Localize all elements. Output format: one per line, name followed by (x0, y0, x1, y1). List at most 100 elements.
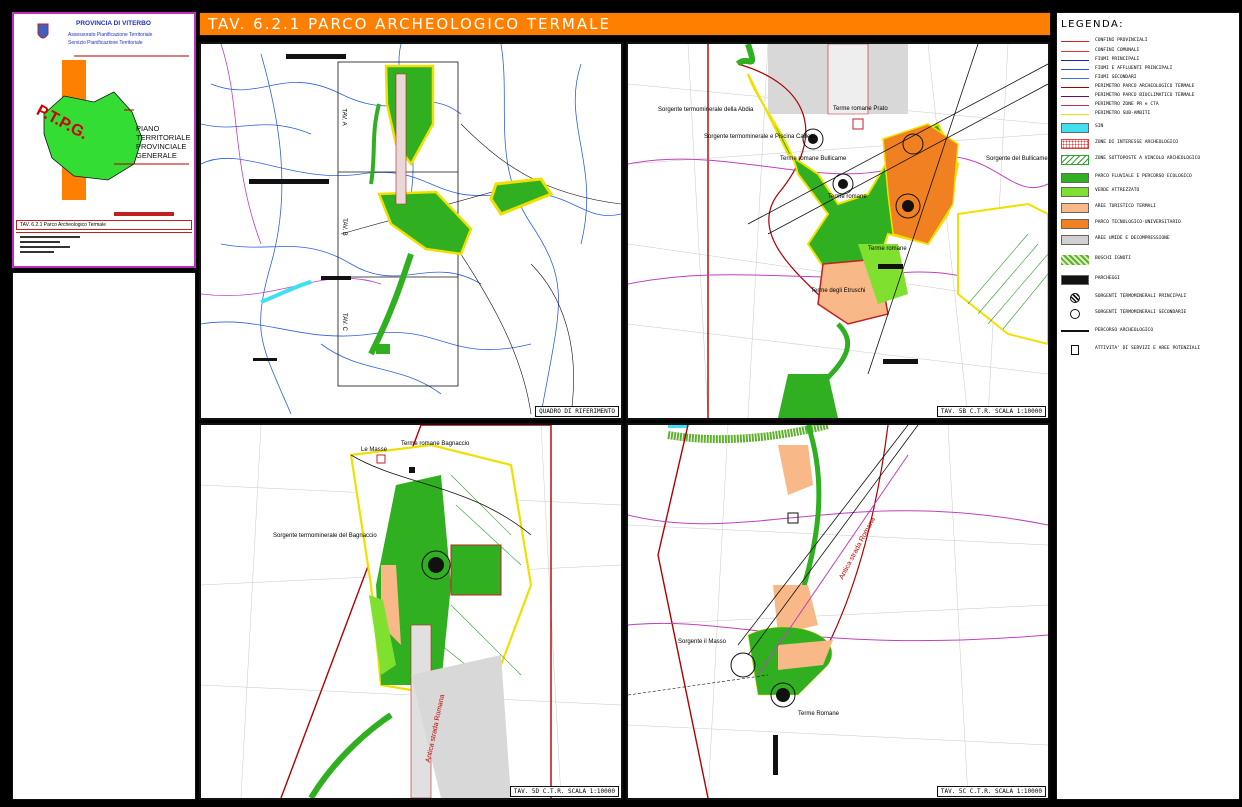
place-label: Sorgente termominerale della Abdia (658, 107, 754, 113)
place-label: Terme romane Bagnaccio (401, 441, 470, 447)
legend-label: PERIMETRO ZONE PR e CTA (1095, 102, 1159, 107)
frame-label-c: TAV. C (340, 313, 347, 331)
place-label: Terme romane Bullicame (780, 156, 847, 162)
panel-sheet-5c[interactable]: Sorgente il Masso Terme Romane Antica st… (626, 423, 1050, 800)
place-label: Terme degli Etruschi (811, 288, 866, 294)
legend-swatch (1061, 101, 1089, 106)
place-label: Sorgente termominerale del Bagnaccio (273, 533, 377, 539)
legend-swatch (1061, 47, 1089, 52)
place-label: Terme romane (868, 246, 907, 252)
legend-item: AREE TURISTICO TERMALI (1061, 203, 1239, 213)
logo-box: PROVINCIA DI VITERBO Assessorato Pianifi… (12, 12, 196, 268)
place-label: Le Masse (361, 447, 388, 453)
legend-swatch (1061, 203, 1089, 213)
legend-label: SORGENTI TERMOMINERALI PRINCIPALI (1095, 294, 1187, 299)
legend-item: SORGENTI TERMOMINERALI PRINCIPALI (1061, 293, 1239, 303)
legend-swatch (1061, 56, 1089, 61)
legend-swatch (1061, 110, 1089, 115)
legend-swatch (1070, 293, 1080, 303)
legend-item: PARCO TECNOLOGICO-UNIVERSITARIO (1061, 219, 1239, 229)
panel-reference[interactable]: TAV. A TAV. B TAV. C QUADRO DI RIFERIMEN… (199, 42, 623, 420)
legend-swatch (1061, 123, 1089, 133)
place-label: Sorgente il Masso (678, 639, 727, 645)
legend-label: FIUMI PRINCIPALI (1095, 57, 1140, 62)
sheet-5c-map (628, 425, 1048, 798)
sheet-info-lines (16, 232, 192, 262)
legend-label: AREE UMIDE E DECOMPRESSIONE (1095, 236, 1170, 241)
legend-swatch (1061, 173, 1089, 183)
legend-item: SORGENTI TERMOMINERALI SECONDARIE (1061, 309, 1239, 319)
sheet-caption: TAV. 6.2.1 Parco Archeologico Termale (16, 220, 192, 230)
legend-label: ZONE SOTTOPOSTE A VINCOLO ARCHEOLOGICO (1095, 156, 1201, 161)
legend-label: ZONE DI INTERESSE ARCHEOLOGICO (1095, 140, 1178, 145)
legend-item: PARCO FLUVIALE E PERCORSO ECOLOGICO (1061, 173, 1239, 183)
legend-swatch (1071, 345, 1079, 355)
legend-label: FIUMI E AFFLUENTI PRINCIPALI (1095, 66, 1173, 71)
panel-sheet-5d[interactable]: Terme romane Bagnaccio Le Masse Sorgente… (199, 423, 623, 800)
legend-label: ATTIVITA' DI SERVIZI E AREE POTENZIALI (1095, 346, 1201, 351)
dept-line-1: Assessorato Pianificazione Territoriale (68, 32, 153, 38)
legend-swatch (1061, 187, 1089, 197)
legend-item: SIN (1061, 123, 1239, 133)
legend-swatch (1061, 219, 1089, 229)
legend-label: BOSCHI IGNOTI (1095, 256, 1131, 261)
panel-label: TAV. 5D C.T.R. SCALA 1:10000 (509, 786, 619, 797)
legend-label: SORGENTI TERMOMINERALI SECONDARIE (1095, 310, 1187, 315)
place-label: Sorgente termominerale e Piscina Carlett… (704, 134, 816, 140)
legend-swatch (1061, 65, 1089, 70)
reference-map (201, 44, 621, 415)
notes-box (12, 272, 196, 800)
sheet-5d-map (201, 425, 621, 798)
legend-label: SIN (1095, 124, 1104, 129)
legend-swatch (1061, 83, 1089, 88)
legend-swatch (1061, 155, 1089, 165)
legend-swatch (1061, 330, 1089, 336)
legend: LEGENDA: CONFINI PROVINCIALI CONFINI COMU… (1056, 12, 1240, 800)
legend-item: CONFINI PROVINCIALI (1061, 37, 1239, 47)
org-name: PROVINCIA DI VITERBO (76, 20, 151, 27)
legend-title: LEGENDA: (1061, 19, 1124, 30)
dept-line-2: Servizio Pianificazione Territoriale (68, 40, 143, 46)
place-label: Sorgente del Bullicame (986, 156, 1048, 162)
legend-label: PERIMETRO PARCO BIOCLIMATICO TERMALE (1095, 93, 1195, 98)
legend-swatch (1061, 139, 1089, 149)
legend-swatch (1061, 74, 1089, 79)
legend-label: PARCO TECNOLOGICO-UNIVERSITARIO (1095, 220, 1181, 225)
place-label: Terme romane Prato (833, 106, 888, 112)
legend-swatch (1070, 309, 1080, 319)
legend-item: VERDE ATTREZZATO (1061, 187, 1239, 197)
panel-label: TAV. 5B C.T.R. SCALA 1:10000 (936, 406, 1046, 417)
legend-swatch (1061, 92, 1089, 97)
panel-label: QUADRO DI RIFERIMENTO (535, 406, 619, 417)
legend-item: PERIMETRO SUB-AMBITI (1061, 110, 1239, 120)
legend-label: PARCO FLUVIALE E PERCORSO ECOLOGICO (1095, 174, 1192, 179)
frame-label-a: TAV. A (340, 108, 347, 126)
panel-label: TAV. 5C C.T.R. SCALA 1:10000 (936, 786, 1046, 797)
legend-label: PERIMETRO SUB-AMBITI (1095, 111, 1151, 116)
legend-item: ZONE SOTTOPOSTE A VINCOLO ARCHEOLOGICO (1061, 155, 1239, 165)
legend-item: ZONE DI INTERESSE ARCHEOLOGICO (1061, 139, 1239, 149)
sheet-5b-map (628, 44, 1048, 418)
legend-swatch (1061, 275, 1089, 285)
legend-label: CONFINI PROVINCIALI (1095, 38, 1148, 43)
legend-label: VERDE ATTREZZATO (1095, 188, 1140, 193)
legend-item: ATTIVITA' DI SERVIZI E AREE POTENZIALI (1061, 345, 1239, 355)
legend-swatch (1061, 235, 1089, 245)
legend-label: CONFINI COMUNALI (1095, 48, 1140, 53)
page-title: TAV. 6.2.1 PARCO ARCHEOLOGICO TERMALE (199, 12, 1051, 36)
legend-label: FIUMI SECONDARI (1095, 75, 1137, 80)
legend-label: PERIMETRO PARCO ARCHEOLOGICO TERMALE (1095, 84, 1195, 89)
place-label: Terme romane (828, 194, 867, 200)
legend-item: PERCORSO ARCHEOLOGICO (1061, 327, 1239, 337)
legend-swatch (1061, 255, 1089, 265)
legend-label: AREE TURISTICO TERMALI (1095, 204, 1156, 209)
plan-name: PIANO TERRITORIALE PROVINCIALE GENERALE (136, 124, 191, 160)
province-crest-icon (37, 23, 49, 39)
frame-label-b: TAV. B (340, 218, 347, 236)
legend-item: AREE UMIDE E DECOMPRESSIONE (1061, 235, 1239, 245)
place-label: Terme Romane (798, 711, 840, 717)
legend-swatch (1061, 37, 1089, 42)
legend-label: PERCORSO ARCHEOLOGICO (1095, 328, 1154, 333)
legend-label: PARCHEGGI (1095, 276, 1120, 281)
panel-sheet-5b[interactable]: Sorgente termominerale della Abdia Sorge… (626, 42, 1050, 420)
